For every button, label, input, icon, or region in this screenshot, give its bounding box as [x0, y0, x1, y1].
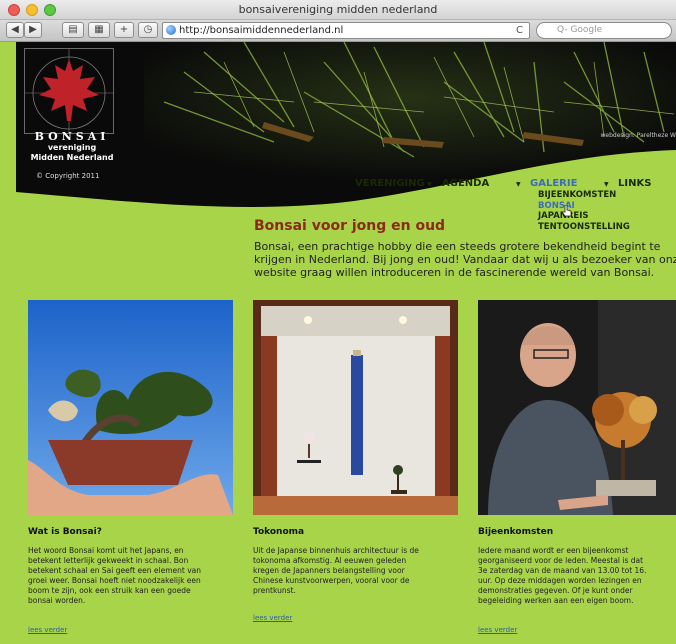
column-line: Het woord Bonsai komt uit het Japans, en	[28, 546, 184, 555]
column-title-wat-is-bonsai: Wat is Bonsai?	[28, 527, 102, 537]
window-titlebar: bonsaivereniging midden nederland	[0, 0, 676, 20]
column-line: betekent letterlijk gekweekt in schaal. …	[28, 556, 189, 565]
submenu-item-bijeenkomsten[interactable]: BIJEENKOMSTEN	[538, 190, 630, 201]
column-line: betekent schaal en Sai geeft een element…	[28, 566, 202, 575]
column-line: tokonoma afkomstig. Al eeuwen geleden	[253, 556, 407, 565]
page-headline: Bonsai voor jong en oud	[254, 218, 446, 234]
read-more-link-bijeenkomsten[interactable]: lees verder	[478, 626, 517, 634]
column-title-tokonoma: Tokonoma	[253, 527, 305, 537]
nav-agenda[interactable]: AGENDA	[442, 178, 489, 189]
bonsai-in-hand-photo[interactable]	[28, 300, 233, 515]
chevron-down-icon: ▼	[604, 181, 609, 188]
column-text-tokonoma: Uit de Japanse binnenhuis architectuur i…	[253, 546, 419, 596]
forward-button[interactable]: ▶	[24, 22, 42, 38]
reader-icon: ▦	[94, 24, 104, 35]
column-line: prentkunst.	[253, 586, 296, 595]
forward-arrow-icon: ▶	[29, 24, 37, 35]
chevron-down-icon: ▼	[427, 181, 432, 188]
clock-icon: ◷	[143, 24, 153, 35]
column-line: uur. Op deze middagen worden lezingen en	[478, 576, 642, 585]
column-line: 3e zaterdag van de maand van 13.00 tot 1…	[478, 566, 647, 575]
hand-cursor-icon	[562, 205, 572, 217]
intro-line: krijgen in Nederland. Bij jong en oud! V…	[254, 253, 676, 266]
submenu-item-tentoonstelling[interactable]: TENTOONSTELLING	[538, 222, 630, 233]
reload-icon[interactable]: C	[516, 23, 523, 38]
globe-icon	[166, 25, 176, 35]
column-line: Chinese kunstvoorwerpen, vooral voor de	[253, 576, 410, 585]
read-more-link-tokonoma[interactable]: lees verder	[253, 614, 292, 622]
back-button[interactable]: ◀	[6, 22, 24, 38]
column-line: georganiseerd voor de leden. Meestal is …	[478, 556, 644, 565]
column-line: begeleiding werken aan een eigen boom.	[478, 596, 634, 605]
column-line: groei weer. Bonsai hoeft niet noodzakeli…	[28, 576, 201, 585]
browser-toolbar: ◀ ▶ ▤ ▦ + ◷ http://bonsaimiddennederland…	[0, 20, 676, 42]
column-line: boom te zijn, ook een struik kan een goe…	[28, 586, 191, 595]
column-title-bijeenkomsten: Bijeenkomsten	[478, 527, 554, 537]
add-bookmark-button[interactable]: +	[114, 22, 134, 38]
intro-line: website graag willen introduceren in de …	[254, 266, 655, 279]
submenu-item-japanreis[interactable]: JAPANREIS	[538, 211, 630, 222]
address-bar[interactable]: http://bonsaimiddennederland.nl C	[162, 22, 530, 39]
column-line: demonstraties gegeven. Of je kunt onder	[478, 586, 633, 595]
search-field[interactable]: Q- Google	[536, 22, 672, 39]
galerie-submenu: BIJEENKOMSTEN BONSAI JAPANREIS TENTOONST…	[538, 190, 630, 232]
history-button[interactable]: ◷	[138, 22, 158, 38]
url-text: http://bonsaimiddennederland.nl	[179, 25, 344, 36]
read-more-link-wat-is-bonsai[interactable]: lees verder	[28, 626, 67, 634]
tokonoma-alcove-photo[interactable]	[253, 300, 458, 515]
column-line: bonsai worden.	[28, 596, 86, 605]
nav-links[interactable]: LINKS	[618, 178, 651, 189]
submenu-item-bonsai[interactable]: BONSAI	[538, 201, 630, 212]
column-text-bijeenkomsten: Iedere maand wordt er een bijeenkomst ge…	[478, 546, 646, 606]
intro-line: Bonsai, een prachtige hobby die een stee…	[254, 240, 661, 253]
nav-galerie[interactable]: GALERIE	[530, 178, 577, 189]
search-placeholder: Q- Google	[557, 25, 603, 35]
meeting-presenter-photo[interactable]	[478, 300, 676, 515]
column-line: Uit de Japanse binnenhuis architectuur i…	[253, 546, 419, 555]
nav-vereniging[interactable]: VERENIGING	[355, 178, 425, 189]
back-arrow-icon: ◀	[11, 24, 19, 35]
column-text-wat-is-bonsai: Het woord Bonsai komt uit het Japans, en…	[28, 546, 201, 606]
plus-icon: +	[119, 24, 129, 35]
chevron-down-icon: ▼	[516, 181, 521, 188]
printer-icon: ▤	[68, 24, 78, 35]
print-button[interactable]: ▤	[62, 22, 84, 38]
column-line: Iedere maand wordt er een bijeenkomst	[478, 546, 629, 555]
intro-paragraph: Bonsai, een prachtige hobby die een stee…	[254, 240, 676, 279]
reader-button[interactable]: ▦	[88, 22, 110, 38]
column-line: kregen de Japanners belangstelling voor	[253, 566, 405, 575]
window-title: bonsaivereniging midden nederland	[238, 3, 438, 16]
